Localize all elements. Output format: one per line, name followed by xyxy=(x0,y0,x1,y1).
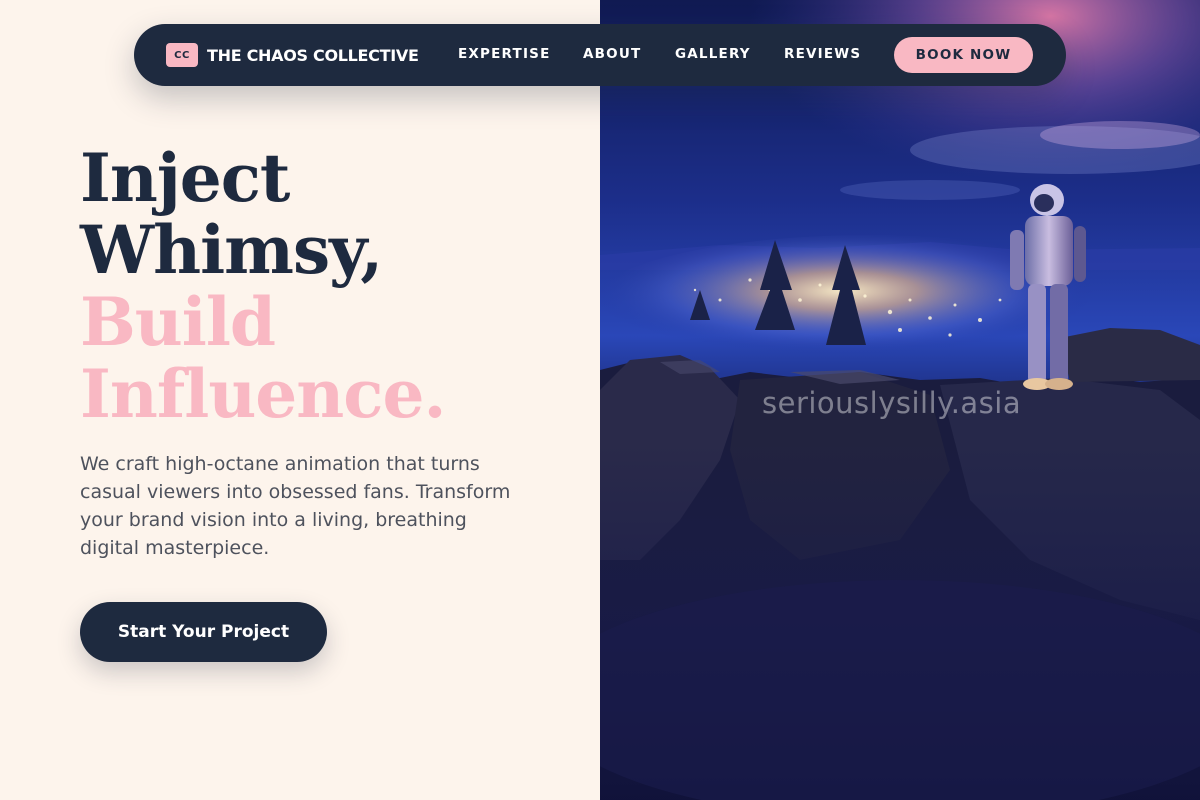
nav-link-gallery[interactable]: GALLERY xyxy=(675,46,751,62)
brand-name: THE CHAOS COLLECTIVE xyxy=(207,45,419,65)
landing-page: Inject Whimsy, Build Influence. We craft… xyxy=(0,0,1200,800)
headline-line-3: Build xyxy=(80,283,276,361)
nav-link-about[interactable]: ABOUT xyxy=(583,46,641,62)
brand-logo[interactable]: CC THE CHAOS COLLECTIVE xyxy=(166,42,419,68)
hero-headline: Inject Whimsy, Build Influence. xyxy=(80,139,446,433)
nav-link-expertise[interactable]: EXPERTISE xyxy=(458,46,551,62)
headline-line-1: Inject xyxy=(80,139,290,217)
watermark-text: seriouslysilly.asia xyxy=(762,386,1022,420)
start-project-button[interactable]: Start Your Project xyxy=(80,602,327,662)
hero-section: Inject Whimsy, Build Influence. We craft… xyxy=(0,0,600,800)
hero-image: seriouslysilly.asia xyxy=(600,0,1200,800)
nav-link-reviews[interactable]: REVIEWS xyxy=(784,46,861,62)
top-navigation: CC THE CHAOS COLLECTIVE EXPERTISE ABOUT … xyxy=(134,24,1066,86)
book-now-button[interactable]: BOOK NOW xyxy=(894,37,1033,73)
hero-description: We craft high-octane animation that turn… xyxy=(80,453,511,559)
brand-logo-badge: CC xyxy=(166,43,198,67)
headline-line-2: Whimsy, xyxy=(80,211,383,289)
headline-line-4: Influence. xyxy=(80,355,446,433)
